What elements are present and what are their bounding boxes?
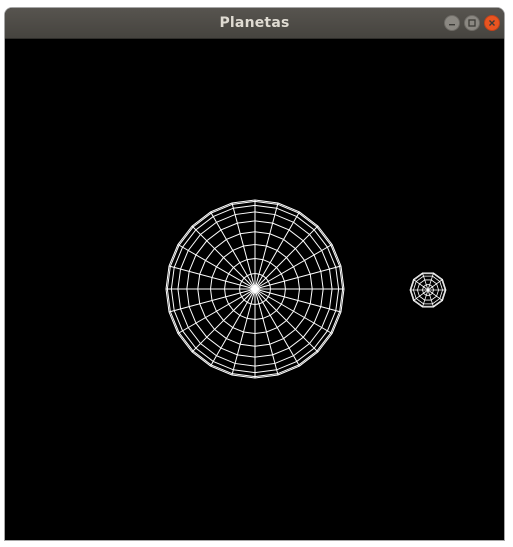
meridian-line xyxy=(254,288,319,353)
minimize-icon xyxy=(449,24,455,26)
meridian-line xyxy=(254,265,342,290)
minimize-button[interactable] xyxy=(444,15,460,31)
meridian-line xyxy=(254,244,333,290)
meridian-line xyxy=(168,265,256,290)
close-icon xyxy=(489,20,495,26)
meridian-line xyxy=(191,225,256,290)
window-title: Planetas xyxy=(219,15,290,31)
app-window: Planetas xyxy=(5,8,504,540)
meridian-line xyxy=(254,211,300,290)
meridian-line xyxy=(168,288,256,313)
meridian-line xyxy=(231,288,256,376)
close-button[interactable] xyxy=(484,15,500,31)
meridian-line xyxy=(210,211,256,290)
render-canvas[interactable] xyxy=(5,39,504,540)
meridian-line xyxy=(254,288,333,334)
maximize-button[interactable] xyxy=(464,15,480,31)
meridian-line xyxy=(177,288,256,334)
meridian-line xyxy=(231,202,256,290)
planet-large-wireframe xyxy=(165,199,345,379)
meridian-line xyxy=(177,244,256,290)
maximize-icon xyxy=(468,19,476,27)
planet-small-wireframe xyxy=(409,272,447,308)
meridian-line xyxy=(254,288,279,376)
meridian-line xyxy=(254,288,342,313)
scene-viewport xyxy=(165,199,447,379)
meridian-line xyxy=(254,288,300,367)
meridian-line xyxy=(254,225,319,290)
meridian-line xyxy=(210,288,256,367)
meridian-line xyxy=(191,288,256,353)
meridian-line xyxy=(254,202,279,290)
title-bar[interactable]: Planetas xyxy=(5,8,504,39)
